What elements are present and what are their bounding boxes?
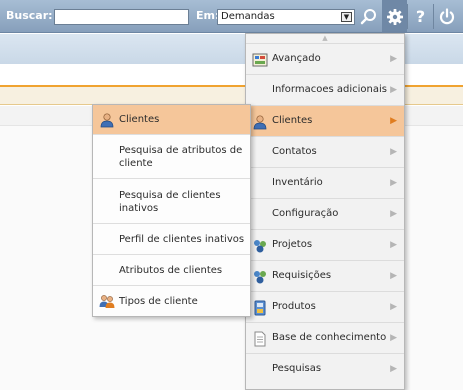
submenu-item-label: Atributos de clientes — [119, 265, 223, 276]
chevron-right-icon: ▶ — [390, 240, 397, 250]
em-label: Em: — [196, 9, 220, 22]
chevron-right-icon: ▶ — [390, 178, 397, 188]
menu-item-requisicoes[interactable]: Requisições ▶ — [246, 260, 404, 291]
top-toolbar: Buscar: Em: Demandas ▼ ? — [0, 0, 463, 33]
chevron-right-icon: ▶ — [390, 209, 397, 219]
requests-icon — [252, 269, 268, 285]
chevron-right-icon: ▶ — [390, 85, 397, 95]
menu-item-label: Projetos — [272, 239, 313, 250]
chevron-right-icon: ▶ — [390, 271, 397, 281]
menu-item-label: Requisições — [272, 270, 332, 281]
menu-item-label: Configuração — [272, 208, 339, 219]
submenu-item-perfil-inativos[interactable]: Perfil de clientes inativos — [93, 224, 250, 255]
submenu-item-atributos[interactable]: Atributos de clientes — [93, 255, 250, 286]
clientes-submenu: Clientes Pesquisa de atributos de client… — [92, 104, 251, 317]
menu-item-label: Produtos — [272, 301, 316, 312]
scroll-up-icon[interactable]: ▲ — [246, 34, 404, 43]
document-icon — [252, 331, 268, 347]
search-scope-select[interactable]: Demandas ▼ — [217, 9, 355, 25]
user-icon — [252, 114, 268, 130]
chevron-right-icon: ▶ — [390, 147, 397, 157]
submenu-item-label: Pesquisa de atributos de cliente — [119, 145, 243, 169]
help-icon[interactable]: ? — [408, 0, 433, 33]
user-group-icon — [99, 293, 115, 309]
menu-item-label: Pesquisas — [272, 363, 322, 374]
chevron-right-icon: ▶ — [390, 54, 397, 64]
power-icon[interactable] — [434, 0, 459, 33]
menu-item-label: Contatos — [272, 146, 317, 157]
menu-item-label: Inventário — [272, 177, 323, 188]
products-icon — [252, 300, 268, 316]
menu-item-produtos[interactable]: Produtos ▶ — [246, 291, 404, 322]
submenu-item-label: Tipos de cliente — [119, 296, 198, 307]
chevron-right-icon: ▶ — [390, 116, 397, 126]
search-icon[interactable] — [356, 0, 381, 33]
submenu-item-label: Clientes — [119, 114, 160, 125]
chevron-right-icon: ▶ — [390, 364, 397, 374]
submenu-item-tipos[interactable]: Tipos de cliente — [93, 286, 250, 316]
menu-item-avancado[interactable]: Avançado ▶ — [246, 43, 404, 74]
search-label: Buscar: — [6, 9, 53, 22]
menu-item-informacoes-adicionais[interactable]: Informacoes adicionais ▶ — [246, 74, 404, 105]
submenu-item-clientes[interactable]: Clientes — [93, 105, 250, 135]
gear-icon[interactable] — [382, 0, 407, 33]
menu-item-label: Clientes — [272, 115, 313, 126]
chevron-right-icon: ▶ — [390, 302, 397, 312]
projects-icon — [252, 238, 268, 254]
settings-dropdown-menu: ▲ Avançado ▶ Informacoes adicionais ▶ Cl… — [245, 33, 405, 390]
menu-item-contatos[interactable]: Contatos ▶ — [246, 136, 404, 167]
menu-item-pesquisas[interactable]: Pesquisas ▶ — [246, 353, 404, 384]
chevron-right-icon: ▶ — [390, 333, 397, 343]
search-scope-value: Demandas — [221, 11, 275, 22]
menu-item-inventario[interactable]: Inventário ▶ — [246, 167, 404, 198]
menu-item-clientes[interactable]: Clientes ▶ — [246, 105, 404, 136]
menu-item-projetos[interactable]: Projetos ▶ — [246, 229, 404, 260]
user-icon — [99, 112, 115, 128]
search-input[interactable] — [54, 9, 189, 25]
menu-item-label: Avançado — [272, 53, 321, 64]
chevron-down-icon[interactable]: ▼ — [341, 12, 352, 22]
menu-item-configuracao[interactable]: Configuração ▶ — [246, 198, 404, 229]
submenu-item-pesquisa-inativos[interactable]: Pesquisa de clientes inativos — [93, 179, 250, 224]
menu-item-label: Informacoes adicionais — [272, 84, 387, 95]
advanced-icon — [252, 52, 268, 68]
menu-item-base-de-conhecimento[interactable]: Base de conhecimento ▶ — [246, 322, 404, 353]
submenu-item-label: Pesquisa de clientes inativos — [119, 190, 221, 214]
menu-item-label: Base de conhecimento — [272, 332, 387, 343]
submenu-item-label: Perfil de clientes inativos — [119, 234, 245, 245]
submenu-item-pesquisa-atributos[interactable]: Pesquisa de atributos de cliente — [93, 135, 250, 179]
